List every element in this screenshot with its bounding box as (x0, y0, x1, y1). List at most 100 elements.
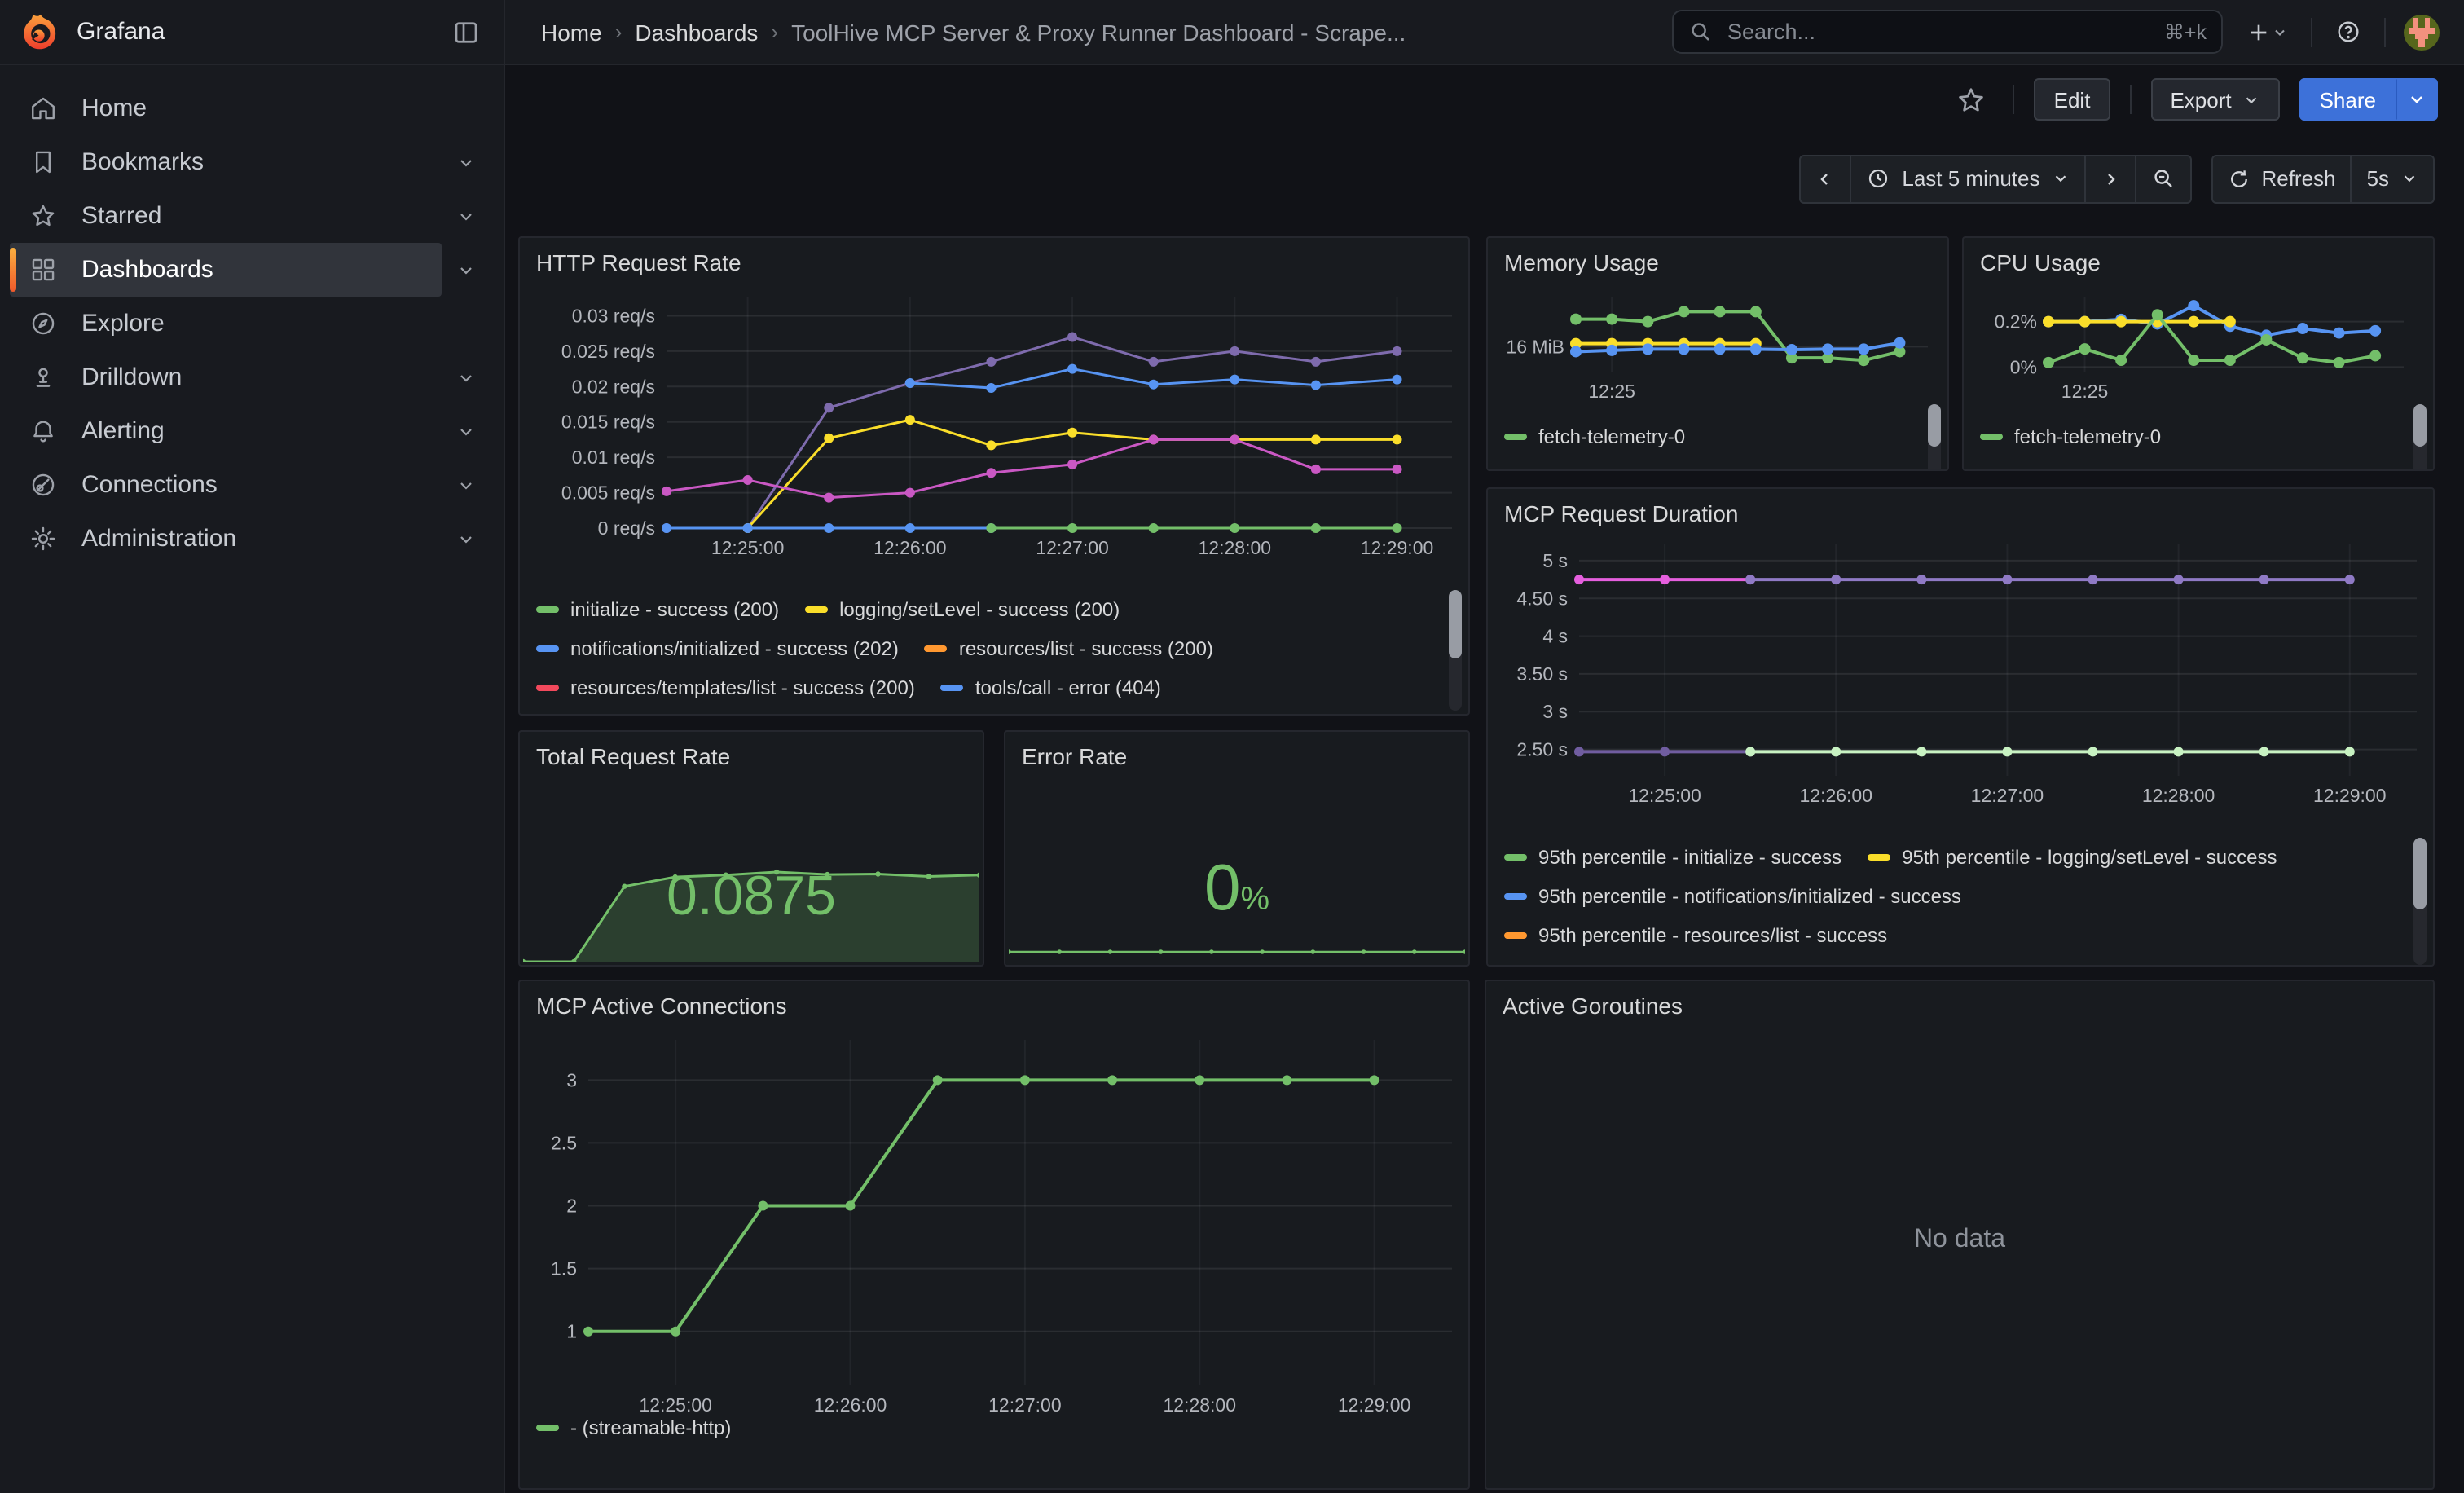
breadcrumb-home[interactable]: Home (541, 19, 602, 45)
sidebar-item-label: Drilldown (81, 363, 182, 391)
legend-item[interactable]: 95th percentile - notifications/initiali… (1504, 885, 1961, 908)
svg-text:12:28:00: 12:28:00 (2142, 785, 2215, 806)
panel-title[interactable]: Memory Usage (1488, 238, 1947, 275)
http-request-rate-chart[interactable]: 0 req/s0.005 req/s0.01 req/s0.015 req/s0… (526, 284, 1465, 603)
sidebar-link-connections[interactable]: Connections (10, 458, 442, 512)
time-forward-button[interactable] (2085, 154, 2136, 203)
sidebar-link-explore[interactable]: Explore (10, 297, 442, 350)
mcp-active-connections-chart[interactable]: 32.521.5112:25:0012:26:0012:27:0012:28:0… (523, 1027, 1468, 1438)
sidebar-link-home[interactable]: Home (10, 81, 442, 135)
sidebar-link-dashboards[interactable]: Dashboards (10, 243, 442, 297)
legend-row: fetch-telemetry-0 (1980, 417, 2410, 456)
legend-item[interactable]: resources/templates/list - success (200) (536, 676, 915, 699)
chevron-down-icon[interactable] (442, 529, 491, 548)
legend-item[interactable]: 95th percentile - initialize - success (1504, 846, 1841, 869)
legend-row: fetch-telemetry-0 (1504, 417, 1925, 456)
refresh-button[interactable]: Refresh (2211, 154, 2352, 203)
svg-text:2.5: 2.5 (551, 1132, 577, 1153)
edit-button[interactable]: Edit (2035, 78, 2110, 121)
svg-text:12:25:00: 12:25:00 (711, 537, 785, 558)
legend-swatch-icon (1504, 434, 1527, 440)
search-field[interactable] (1724, 18, 2153, 46)
panel-title[interactable]: Active Goroutines (1486, 981, 2433, 1019)
svg-text:2: 2 (566, 1196, 577, 1217)
breadcrumb: Home › Dashboards › ToolHive MCP Server … (541, 19, 1406, 45)
svg-text:3: 3 (566, 1069, 577, 1090)
legend-item[interactable]: logging/setLevel - success (200) (805, 598, 1120, 621)
export-button[interactable]: Export (2150, 78, 2280, 121)
legend-scrollbar[interactable] (1449, 590, 1462, 711)
legend-row: 95th percentile - resources/templates/li… (1504, 955, 2410, 965)
toolbar-divider (2013, 85, 2015, 114)
search-input[interactable]: ⌘+k (1672, 10, 2223, 54)
chevron-down-icon[interactable] (442, 475, 491, 495)
svg-text:12:26:00: 12:26:00 (1799, 785, 1872, 806)
legend-scrollbar[interactable] (2413, 838, 2427, 965)
sidebar-item-alerting: Alerting (0, 404, 504, 458)
user-avatar[interactable] (2402, 12, 2441, 51)
legend-scrollbar[interactable] (1928, 404, 1941, 471)
legend-swatch-icon (925, 645, 948, 652)
sidebar-link-administration[interactable]: Administration (10, 512, 442, 566)
search-icon (1688, 20, 1713, 44)
chevron-down-icon[interactable] (442, 206, 491, 226)
legend-item[interactable]: resources/list - success (200) (925, 637, 1213, 660)
toolbar-divider (2129, 85, 2131, 114)
legend-row: 95th percentile - initialize - success 95… (1504, 838, 2410, 877)
legend-row: notifications/initialized - success (202… (536, 629, 1445, 668)
chevron-down-icon[interactable] (442, 152, 491, 172)
panel-title[interactable]: HTTP Request Rate (520, 238, 1468, 275)
sidebar-link-bookmarks[interactable]: Bookmarks (10, 135, 442, 189)
help-icon[interactable] (2329, 12, 2368, 51)
legend-swatch-icon (1868, 854, 1890, 861)
sidebar-link-drilldown[interactable]: Drilldown (10, 350, 442, 404)
sidebar-link-starred[interactable]: Starred (10, 189, 442, 243)
chevron-down-icon[interactable] (442, 421, 491, 441)
zoom-out-icon[interactable] (2136, 154, 2191, 203)
share-button[interactable]: Share (2300, 78, 2396, 121)
legend-item[interactable]: 95th percentile - logging/setLevel - suc… (1868, 846, 2277, 869)
mcp-request-duration-chart[interactable]: 5 s4.50 s4 s3.50 s3 s2.50 s12:25:0012:26… (1491, 531, 2433, 851)
bookmark-icon (28, 148, 57, 176)
legend-item[interactable]: 95th percentile - resources/list - succe… (1504, 924, 1887, 947)
time-range-picker[interactable]: Last 5 minutes (1851, 154, 2085, 203)
sidebar-item-label: Connections (81, 471, 218, 499)
svg-text:12:25: 12:25 (2061, 381, 2109, 402)
svg-text:12:29:00: 12:29:00 (2313, 785, 2387, 806)
legend-scrollbar[interactable] (2413, 404, 2427, 471)
share-menu-chevron-icon[interactable] (2396, 78, 2438, 121)
legend-item[interactable]: 95th percentile - resources/templates/li… (1504, 963, 1978, 965)
favorite-star-icon[interactable] (1950, 77, 1994, 121)
sidebar-item-label: Administration (81, 525, 236, 553)
memory-usage-chart[interactable]: 16 MiB12:25 (1491, 280, 1944, 427)
error-rate-sparkline[interactable] (1009, 940, 1465, 960)
chevron-down-icon[interactable] (442, 368, 491, 387)
legend-swatch-icon (1504, 932, 1527, 939)
grafana-logo-icon[interactable] (20, 11, 60, 52)
panel-title[interactable]: CPU Usage (1964, 238, 2433, 275)
legend-item[interactable]: notifications/initialized - success (202… (536, 637, 899, 660)
chevron-down-icon[interactable] (442, 260, 491, 280)
legend-label: resources/list - success (200) (959, 637, 1213, 660)
panel-title[interactable]: Error Rate (1005, 732, 1468, 769)
legend-item[interactable]: initialize - success (200) (536, 598, 779, 621)
legend-item[interactable]: - (streamable-http) (536, 1416, 731, 1439)
legend-label: initialize - success (200) (570, 598, 779, 621)
sidebar-link-alerting[interactable]: Alerting (10, 404, 442, 458)
legend-item[interactable]: fetch-telemetry-0 (1504, 425, 1685, 448)
breadcrumb-dashboards[interactable]: Dashboards (635, 19, 758, 45)
panel-title[interactable]: Total Request Rate (520, 732, 983, 769)
legend-item[interactable]: tools/call - error (404) (941, 676, 1161, 699)
cpu-usage-chart[interactable]: 0.2%0%12:25 (1967, 280, 2420, 427)
legend-row: tools/call - success (200)tools/list - s… (536, 707, 1445, 714)
legend-label: fetch-telemetry-0 (1538, 425, 1685, 448)
add-button[interactable] (2239, 12, 2295, 51)
time-back-button[interactable] (1799, 154, 1851, 203)
refresh-interval-dropdown[interactable]: 5s (2352, 154, 2435, 203)
sidebar-item-label: Starred (81, 202, 161, 230)
legend-item[interactable]: fetch-telemetry-0 (1980, 425, 2161, 448)
panel-title[interactable]: MCP Active Connections (520, 981, 1468, 1019)
panel-title[interactable]: MCP Request Duration (1488, 489, 2433, 526)
legend-label: tools/call - error (404) (975, 676, 1161, 699)
sidebar-toggle-icon[interactable] (445, 11, 487, 53)
